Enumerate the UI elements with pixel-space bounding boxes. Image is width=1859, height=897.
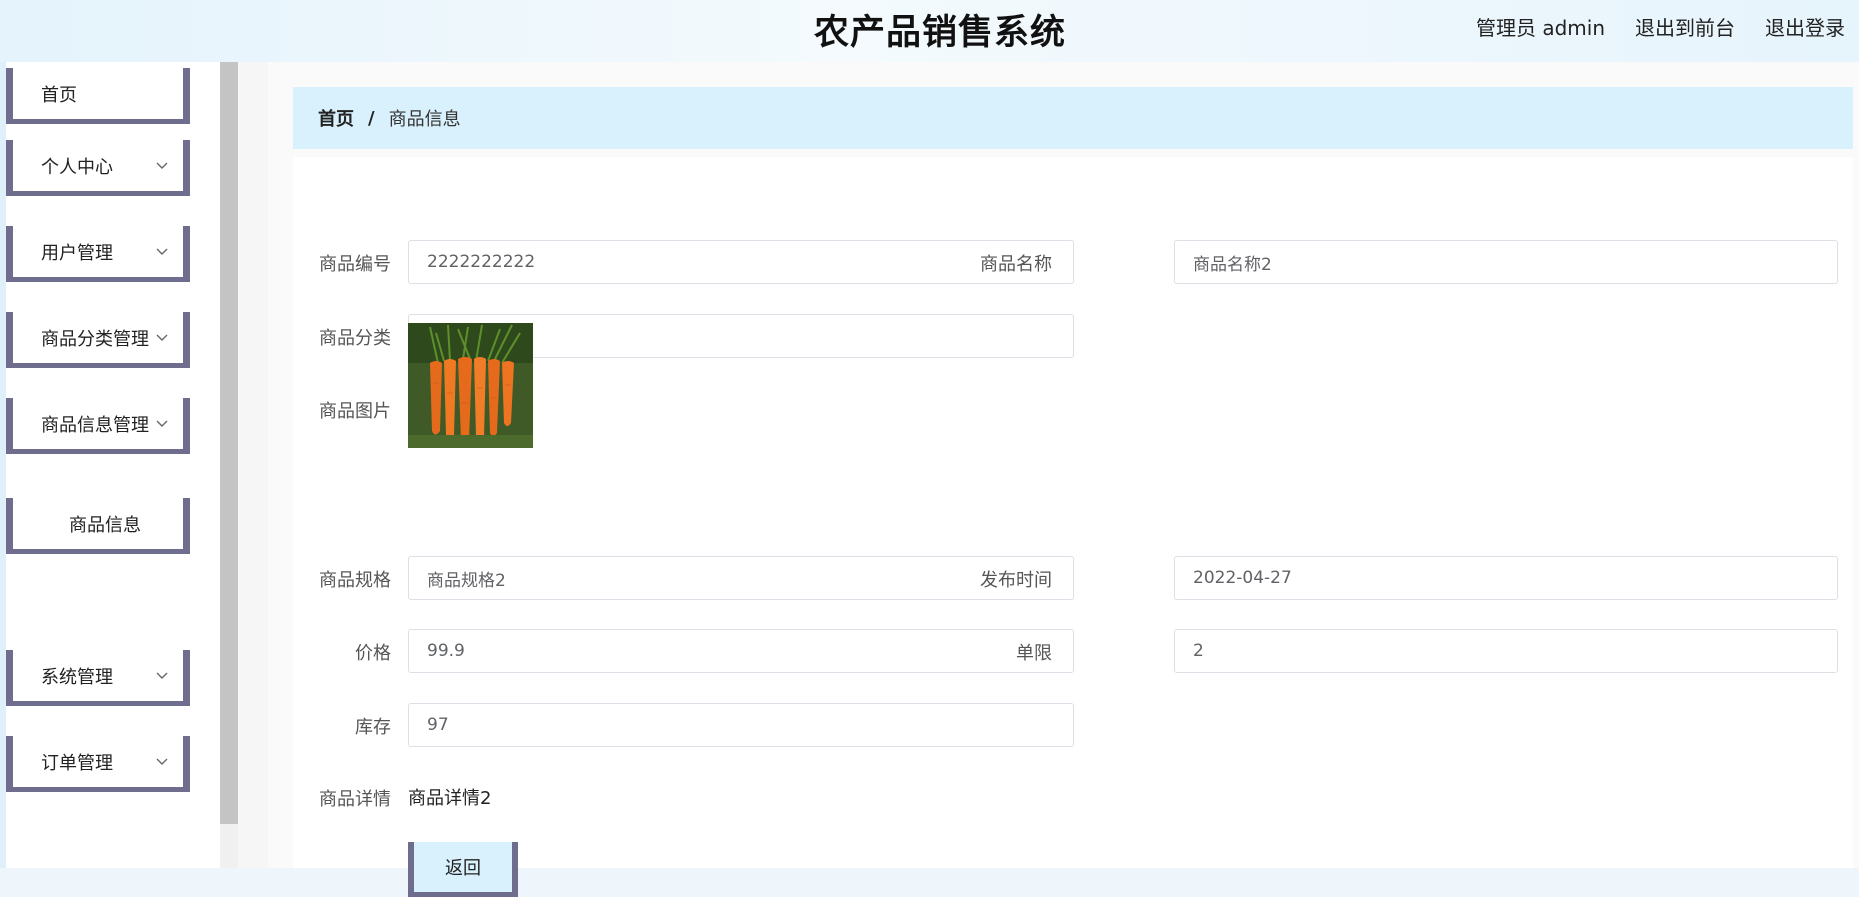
chevron-down-icon — [156, 672, 168, 679]
content-gutter — [238, 62, 268, 868]
exit-to-front-link[interactable]: 退出到前台 — [1635, 12, 1735, 41]
stock-label: 库存 — [355, 717, 391, 738]
sidebar-item-label: 商品信息 — [69, 514, 141, 536]
top-links: 管理员 admin 退出到前台 退出登录 — [1476, 12, 1845, 41]
sidebar-item-order-management[interactable]: 订单管理 — [6, 736, 190, 792]
sidebar-item-label: 首页 — [41, 84, 77, 106]
sidebar-item-label: 用户管理 — [41, 242, 113, 264]
back-button[interactable]: 返回 — [408, 842, 518, 897]
chevron-down-icon — [156, 162, 168, 169]
sidebar-item-label: 系统管理 — [41, 666, 113, 688]
product-spec-label: 商品规格 — [319, 570, 391, 591]
publish-time-label: 发布时间 — [980, 570, 1052, 591]
sidebar-item-user-management[interactable]: 用户管理 — [6, 226, 190, 282]
purchase-limit-field[interactable]: 2 — [1174, 629, 1838, 673]
breadcrumb-separator: / — [368, 107, 375, 129]
breadcrumb: 首页 / 商品信息 — [293, 87, 1853, 149]
product-name-field[interactable]: 商品名称2 — [1174, 240, 1838, 284]
chevron-down-icon — [156, 758, 168, 765]
chevron-down-icon — [156, 334, 168, 341]
sidebar-item-home[interactable]: 首页 — [6, 68, 190, 124]
product-name-label: 商品名称 — [980, 254, 1052, 275]
product-category-label: 商品分类 — [319, 328, 391, 349]
breadcrumb-current: 商品信息 — [388, 109, 461, 130]
stock-field[interactable]: 97 — [408, 703, 1074, 747]
sidebar-item-label: 商品分类管理 — [41, 328, 149, 350]
product-image-label: 商品图片 — [319, 401, 391, 422]
sidebar-item-label: 商品信息管理 — [41, 414, 149, 436]
publish-time-field[interactable]: 2022-04-27 — [1174, 556, 1838, 600]
sidebar-item-product-management[interactable]: 商品信息管理 — [6, 398, 190, 454]
breadcrumb-home[interactable]: 首页 — [318, 105, 354, 131]
purchase-limit-label: 单限 — [1016, 643, 1052, 664]
top-bar: 农产品销售系统 管理员 admin 退出到前台 退出登录 — [0, 0, 1859, 62]
sidebar-item-label: 订单管理 — [41, 752, 113, 774]
logout-link[interactable]: 退出登录 — [1765, 12, 1845, 41]
sidebar-item-category-management[interactable]: 商品分类管理 — [6, 312, 190, 368]
product-detail-form: 商品编号 2222222222 商品名称 商品名称2 商品分类 商品分类2 商品… — [293, 157, 1853, 897]
product-code-label: 商品编号 — [319, 254, 391, 275]
sidebar: 首页 个人中心 用户管理 商品分类管理 商品信息管理 商品信息 系统管理 订单管… — [0, 62, 238, 868]
product-detail-text: 商品详情2 — [408, 788, 492, 809]
main-content: 首页 / 商品信息 商品编号 2222222222 商品名称 商品名称2 商品分… — [268, 62, 1859, 897]
product-detail-label: 商品详情 — [319, 789, 391, 810]
carrots-photo — [408, 323, 533, 448]
admin-label: 管理员 admin — [1475, 16, 1605, 40]
sidebar-subitem-product-info[interactable]: 商品信息 — [6, 498, 190, 554]
sidebar-scrollbar-thumb[interactable] — [220, 62, 238, 824]
chevron-down-icon — [156, 420, 168, 427]
sidebar-item-personal-center[interactable]: 个人中心 — [6, 140, 190, 196]
chevron-down-icon — [156, 248, 168, 255]
price-label: 价格 — [355, 643, 391, 664]
sidebar-item-system-management[interactable]: 系统管理 — [6, 650, 190, 706]
sidebar-item-label: 个人中心 — [41, 156, 113, 178]
